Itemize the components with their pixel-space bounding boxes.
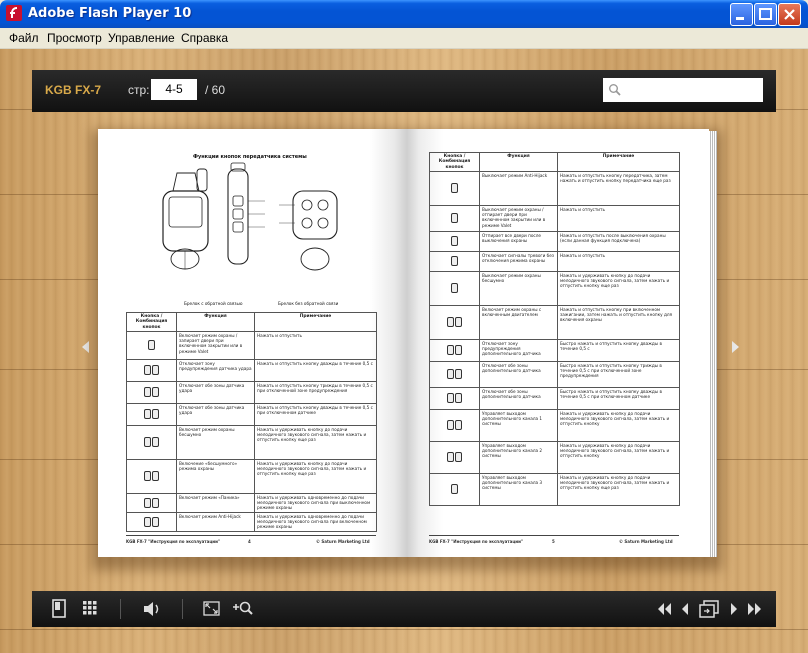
fullscreen-button[interactable] [202, 591, 222, 627]
right-footer-title: KGB FX-7 "Инструкция по эксплуатации" [429, 539, 523, 544]
last-page-icon [748, 603, 761, 615]
next-page-button[interactable] [729, 591, 739, 627]
sound-button[interactable] [142, 591, 162, 627]
minimize-button[interactable] [730, 3, 753, 26]
two-page-view-icon [699, 600, 719, 618]
brand-title: KGB FX-7 [45, 83, 102, 97]
single-page-button[interactable] [50, 591, 68, 627]
left-function-table: Кнопка / Комбинация кнопок Функция Примеча… [126, 312, 377, 532]
first-page-button[interactable] [656, 591, 672, 627]
table-row: Отключает зону предупреждения датчика уд… [126, 358, 377, 382]
first-page-icon [658, 603, 671, 615]
table-row: Отключает обе зоны датчика удара Нажать и… [126, 380, 377, 404]
close-icon [784, 9, 795, 20]
previous-page-icon [682, 603, 688, 615]
book-viewer: Функции кнопок передатчика системы Брело… [32, 112, 776, 580]
remote-diagram [162, 162, 338, 271]
left-page-title: Функции кнопок передатчика системы [193, 154, 307, 160]
previous-page-button[interactable] [680, 591, 690, 627]
table-row: Выключает режим Anti-Hijack Нажать и отпу… [429, 170, 680, 206]
table-row: Включает режим Anti-Hijack Нажать и удерж… [126, 511, 377, 532]
right-page[interactable]: Кнопка / Комбинация кнопок Функция Примеча… [407, 129, 709, 557]
search-icon [609, 84, 621, 96]
search-input[interactable] [603, 78, 763, 102]
table-row: Включает режим охраны бесшумно Нажать и у… [126, 424, 377, 460]
maximize-button[interactable] [754, 3, 777, 26]
zoom-in-button[interactable] [232, 591, 254, 627]
table-row: Отпирает все двери после выключения охра… [429, 230, 680, 252]
bottom-toolbar [32, 591, 776, 627]
prev-page-arrow-icon[interactable] [80, 340, 92, 354]
table-row: Отключает обе зоны дополнительного датчи… [429, 360, 680, 388]
menu-view[interactable]: Просмотр [47, 31, 102, 45]
zoom-in-icon [233, 601, 253, 615]
window-title: Adobe Flash Player 10 [28, 6, 192, 21]
header-cell: Функция [479, 152, 558, 172]
sound-icon [144, 602, 159, 616]
header-cell: Кнопка / Комбинация кнопок [126, 312, 177, 332]
fullscreen-icon [203, 601, 220, 616]
table-row: Включает режим «Паника» Нажать и удержива… [126, 492, 377, 513]
left-page[interactable]: Функции кнопок передатчика системы Брело… [98, 129, 407, 557]
header-cell: Примечание [254, 312, 377, 332]
page-label: стр: [128, 83, 150, 97]
next-page-icon [731, 603, 737, 615]
right-footer-page: 5 [552, 539, 555, 544]
table-row: Управляет выходом дополнительного канала… [429, 472, 680, 506]
menu-help[interactable]: Справка [181, 31, 228, 45]
single-page-icon [52, 599, 66, 618]
header-cell: Кнопка / Комбинация кнопок [429, 152, 480, 172]
close-button[interactable] [778, 3, 801, 26]
table-row: Включение «бесшумного» режима охраны Нажа… [126, 458, 377, 494]
caption-feedback-remote: Брелок с обратной связью [184, 301, 243, 306]
page-stack-edge [709, 131, 717, 557]
right-function-table: Кнопка / Комбинация кнопок Функция Примеча… [429, 152, 680, 506]
menu-control[interactable]: Управление [108, 31, 175, 45]
left-footer-page: 4 [248, 539, 251, 544]
maximize-icon [759, 8, 772, 20]
thumbnails-icon [83, 601, 97, 615]
table-row: Отключает зону предупреждения дополнител… [429, 338, 680, 362]
caption-simple-remote: Брелок без обратной связи [278, 301, 339, 306]
page-total: / 60 [205, 83, 226, 97]
menu-file[interactable]: Файл [9, 31, 39, 45]
table-row: Отключает сигналы тревоги без отключения… [429, 250, 680, 272]
table-row: Включает режим охраны с включенным двига… [429, 304, 680, 340]
two-page-view-button[interactable] [698, 591, 720, 627]
table-row: Отключает обе зоны датчика удара Нажать и… [126, 402, 377, 426]
thumbnails-button[interactable] [82, 591, 98, 627]
header-cell: Примечание [557, 152, 680, 172]
left-footer-copyright: © Saturn Marketing Ltd [316, 539, 370, 544]
table-row: Выключает режим охраны / отпирает двери … [429, 204, 680, 232]
table-row: Включает режим охраны / запирает двери п… [126, 330, 377, 360]
right-footer-copyright: © Saturn Marketing Ltd [619, 539, 673, 544]
top-toolbar: KGB FX-7 стр: 4-5 / 60 [32, 70, 776, 112]
left-footer-title: KGB FX-7 "Инструкция по эксплуатации" [126, 539, 220, 544]
last-page-button[interactable] [747, 591, 763, 627]
page-number-input[interactable]: 4-5 [151, 79, 197, 100]
flash-icon [6, 5, 22, 21]
table-row: Выключает режим охраны бесшумно Нажать и … [429, 270, 680, 306]
title-bar[interactable]: Adobe Flash Player 10 [0, 0, 808, 28]
menu-bar: Файл Просмотр Управление Справка [0, 28, 808, 49]
next-page-arrow-icon[interactable] [729, 340, 741, 354]
table-row: Управляет выходом дополнительного канала… [429, 408, 680, 442]
header-cell: Функция [176, 312, 255, 332]
table-row: Управляет выходом дополнительного канала… [429, 440, 680, 474]
table-row: Отключает обе зоны дополнительного датчи… [429, 386, 680, 410]
minimize-icon [736, 17, 744, 20]
